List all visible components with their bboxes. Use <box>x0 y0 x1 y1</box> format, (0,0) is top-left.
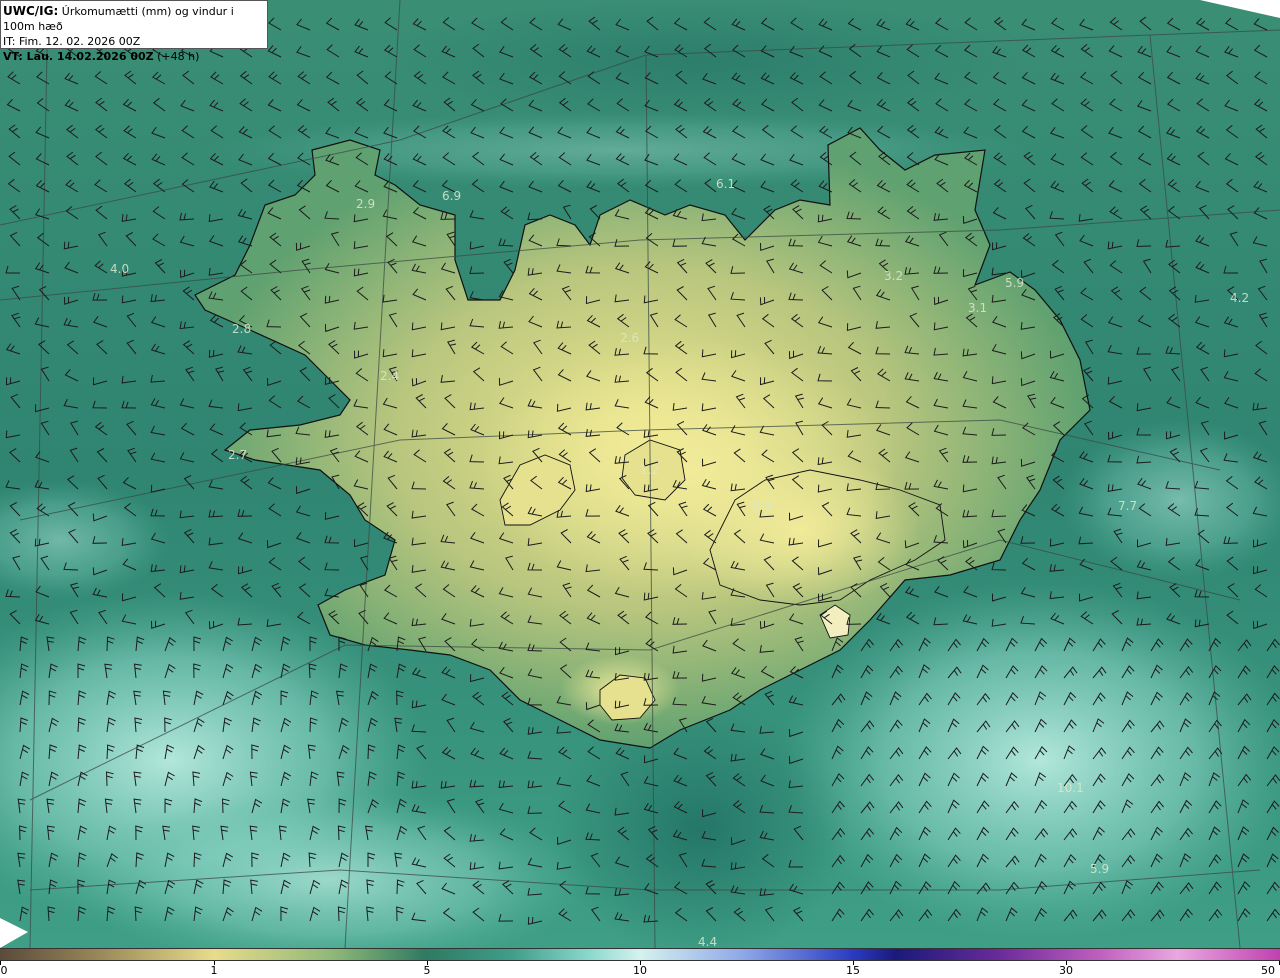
model-code: UWC/IG: <box>3 4 59 18</box>
map-info-box: UWC/IG: Úrkomumætti (mm) og vindur i 100… <box>0 0 268 63</box>
value-label: 3.1 <box>968 301 987 315</box>
colorbar-label: 30 <box>1059 964 1073 977</box>
value-label: 6.9 <box>442 189 461 203</box>
value-label: 5.9 <box>1090 862 1109 876</box>
colorbar-label: 10 <box>633 964 647 977</box>
value-label: 10.1 <box>1057 781 1084 795</box>
value-label: 3.2 <box>884 269 903 283</box>
colorbar-label: 15 <box>846 964 860 977</box>
value-label: 4.0 <box>110 262 129 276</box>
value-label: 1.2 <box>640 463 659 477</box>
colorbar-label: 1 <box>210 964 218 977</box>
colorbar-label: 5 <box>423 964 431 977</box>
value-label: 2.8 <box>232 322 251 336</box>
value-label: 4.2 <box>1230 291 1249 305</box>
value-label: 2.6 <box>620 331 639 345</box>
valid-time-line: VT: Lau. 14.02.2026 00Z (+48 h) <box>3 49 267 64</box>
value-label: 6.1 <box>716 177 735 191</box>
map-title-line: UWC/IG: Úrkomumætti (mm) og vindur i 100… <box>3 4 267 34</box>
colorbar-strip <box>0 948 1280 961</box>
highland-vatnajokull <box>680 450 920 610</box>
colorbar-label: 0 <box>0 964 8 977</box>
lead-time: (+48 h) <box>153 50 200 63</box>
value-label: 7.7 <box>1118 499 1137 513</box>
value-label: 4.4 <box>698 935 717 948</box>
colorbar-label: 50 <box>1261 964 1275 977</box>
colorbar: 0 1 5 10 15 30 50 <box>0 948 1280 978</box>
value-label: 2.4 <box>380 369 399 383</box>
valid-prefix: VT: <box>3 50 27 63</box>
sea-dark-north <box>380 0 1020 120</box>
weather-map: 2.9 6.9 6.1 4.0 3.2 5.9 4.2 3.1 2.8 2.6 … <box>0 0 1280 948</box>
valid-time: Lau. 14.02.2026 00Z <box>26 50 154 63</box>
value-label: 0.9 <box>753 499 772 513</box>
value-label: 5.9 <box>1005 276 1024 290</box>
issue-time: IT: Fim. 12. 02. 2026 00Z <box>3 35 141 48</box>
value-label: 2.7 <box>228 448 247 462</box>
value-label: 2.9 <box>356 197 375 211</box>
